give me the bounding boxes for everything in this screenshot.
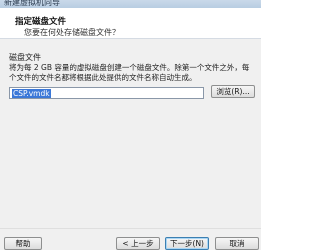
help-button[interactable]: 帮助	[4, 237, 42, 250]
cancel-button[interactable]: 取消	[215, 237, 259, 250]
back-button[interactable]: < 上一步(B)	[116, 237, 160, 250]
window-title: 新建虚拟机向导	[4, 0, 60, 7]
wizard-content: 磁盘文件 将为每 2 GB 容量的虚拟磁盘创建一个磁盘文件。除第一个文件之外，每…	[0, 39, 261, 228]
wizard-window: 新建虚拟机向导 指定磁盘文件 您要在何处存储磁盘文件？ 磁盘文件 将为每 2 G…	[0, 0, 261, 250]
page-subtitle: 您要在何处存储磁盘文件？	[24, 28, 120, 37]
disk-file-path-input[interactable]: CSP.vmdk	[9, 87, 204, 99]
title-bar[interactable]: 新建虚拟机向导	[0, 0, 261, 8]
disk-file-label: 磁盘文件	[9, 53, 41, 62]
wizard-header: 指定磁盘文件 您要在何处存储磁盘文件？	[0, 8, 261, 39]
disk-file-path-value: CSP.vmdk	[12, 89, 51, 98]
next-button[interactable]: 下一步(N) >	[165, 237, 209, 250]
disk-file-description: 将为每 2 GB 容量的虚拟磁盘创建一个磁盘文件。除第一个文件之外，每个文件的文…	[9, 63, 250, 82]
browse-button[interactable]: 浏览(R)...	[211, 85, 255, 98]
wizard-footer: 帮助 < 上一步(B) 下一步(N) > 取消	[0, 228, 261, 250]
page-title: 指定磁盘文件	[15, 17, 67, 27]
